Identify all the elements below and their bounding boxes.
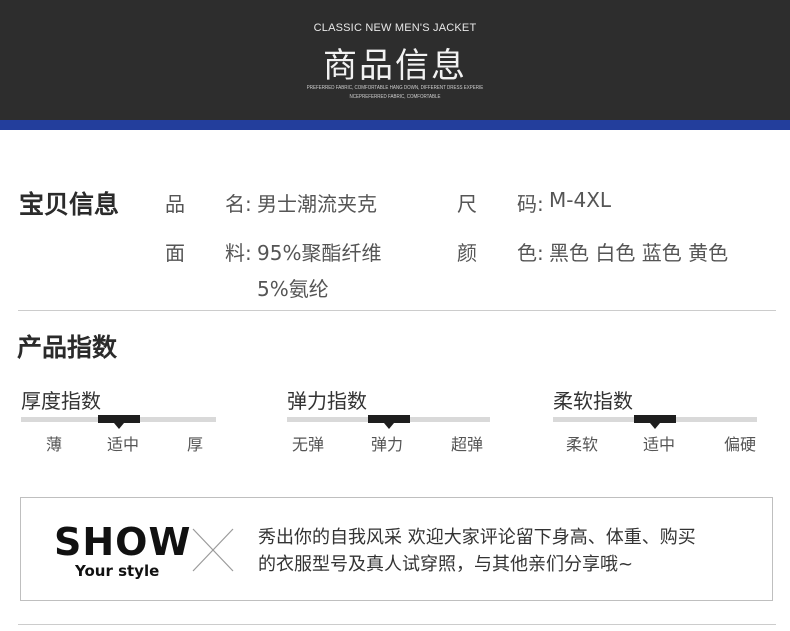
banner-accent-stripe (0, 120, 790, 130)
divider (18, 310, 776, 311)
product-indices-title: 产品指数 (17, 333, 118, 362)
index-label: 适中 (107, 435, 140, 454)
material-value-line1: 95%聚酯纤维 (257, 241, 382, 265)
index-label: 柔软 (566, 435, 599, 454)
banner-subtitle-line2: NCEPREFERRED FABRIC, COMFORTABLE (349, 94, 441, 100)
index-label: 厚 (187, 435, 204, 454)
show-message-line2: 的衣服型号及真人试穿照，与其他亲们分享哦~ (258, 554, 634, 575)
name-key: 品 名: (165, 192, 252, 216)
index-pointer (650, 423, 660, 429)
index-label: 无弹 (292, 435, 325, 454)
size-key: 尺 码: (457, 192, 544, 216)
show-heading: SHOW (54, 520, 192, 564)
index-title: 厚度指数 (21, 389, 101, 413)
product-info-title: 宝贝信息 (19, 190, 120, 219)
material-value-line2: 5%氨纶 (257, 277, 329, 301)
name-value: 男士潮流夹克 (257, 192, 377, 216)
index-title: 弹力指数 (287, 389, 367, 413)
color-key: 颜 色: (457, 241, 544, 265)
index-label: 弹力 (371, 435, 404, 454)
cross-icon (192, 528, 234, 572)
show-subheading: Your style (75, 562, 160, 580)
material-key: 面 料: (165, 241, 252, 265)
bottom-divider (18, 624, 776, 625)
banner-chinese-title: 商品信息 (323, 46, 467, 86)
index-marker (367, 415, 410, 423)
index-label: 超弹 (451, 435, 484, 454)
index-title: 柔软指数 (553, 389, 633, 413)
size-value: M-4XL (549, 188, 612, 212)
index-label: 适中 (643, 435, 676, 454)
index-marker (97, 415, 140, 423)
index-pointer (113, 423, 124, 429)
index-pointer (383, 423, 394, 429)
index-label: 薄 (46, 435, 63, 454)
index-marker (634, 415, 676, 423)
color-value: 黑色 白色 蓝色 黄色 (549, 241, 729, 265)
banner-subtitle-line1: PREFERRED FABRIC, COMFORTABLE HANG DOWN,… (306, 85, 484, 91)
banner-english-title: CLASSIC NEW MEN'S JACKET (313, 22, 477, 34)
show-message-line1: 秀出你的自我风采 欢迎大家评论留下身高、体重、购买 (258, 527, 696, 548)
index-label: 偏硬 (724, 435, 757, 454)
